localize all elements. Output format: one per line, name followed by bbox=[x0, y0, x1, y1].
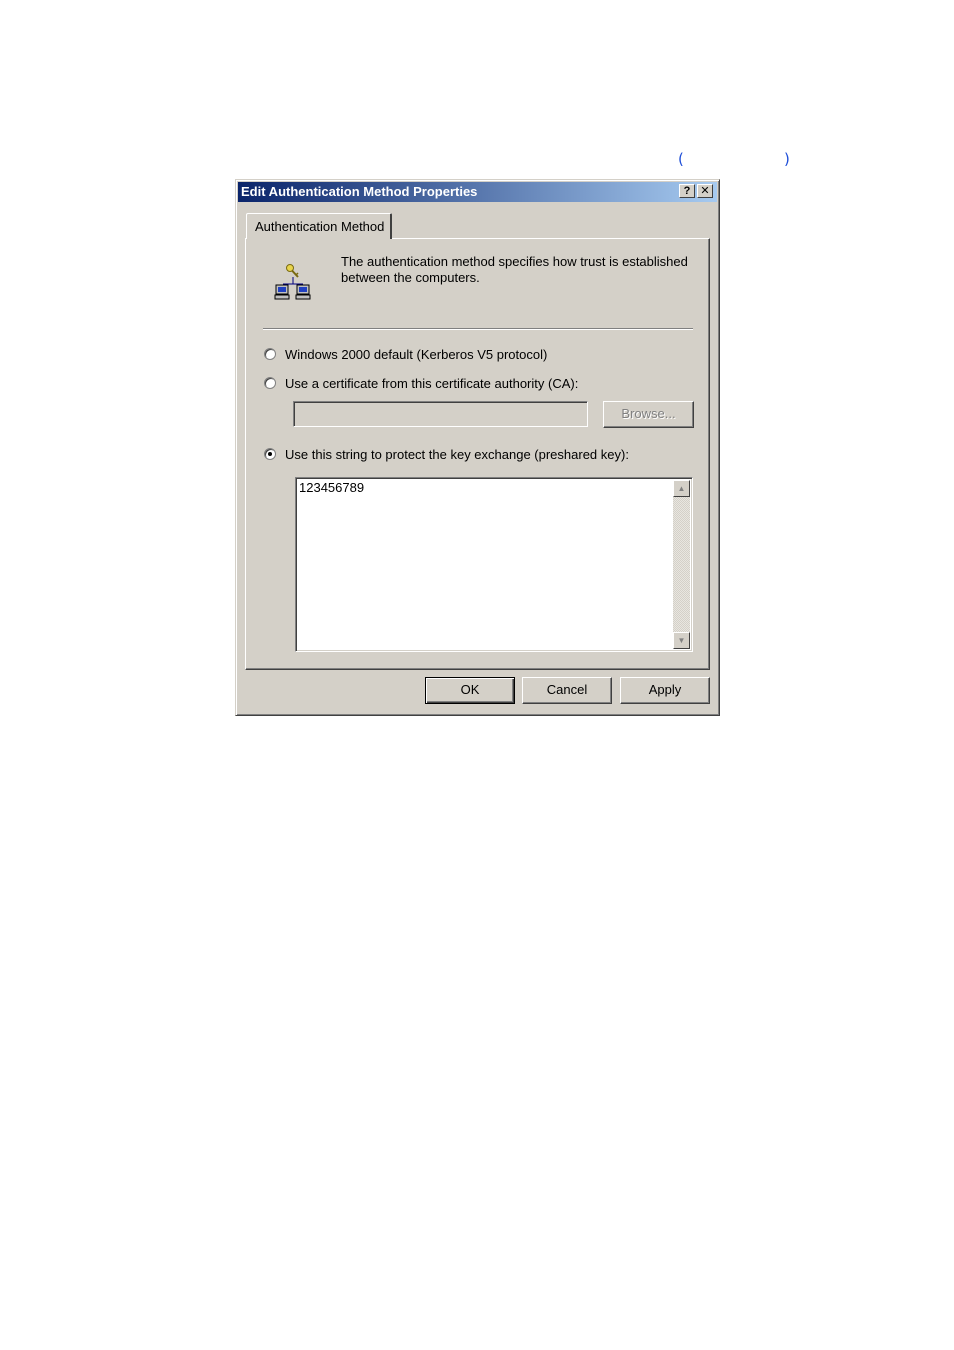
apply-button[interactable]: Apply bbox=[620, 677, 710, 704]
certificate-authority-input[interactable] bbox=[293, 401, 588, 427]
scroll-down-arrow-icon[interactable]: ▼ bbox=[673, 632, 690, 649]
vertical-scrollbar[interactable]: ▲ ▼ bbox=[673, 480, 690, 649]
separator bbox=[263, 328, 693, 330]
preshared-key-label: Use this string to protect the key excha… bbox=[285, 447, 629, 462]
scroll-up-arrow-icon[interactable]: ▲ bbox=[673, 480, 690, 497]
preshared-key-textarea[interactable]: 123456789 ▲ ▼ bbox=[295, 477, 693, 652]
browse-button[interactable]: Browse... bbox=[603, 401, 694, 428]
tab-authentication-method[interactable]: Authentication Method bbox=[246, 213, 392, 239]
tab-label: Authentication Method bbox=[255, 219, 385, 234]
certificate-label: Use a certificate from this certificate … bbox=[285, 376, 579, 391]
help-button[interactable]: ? bbox=[679, 184, 695, 198]
kerberos-radio[interactable] bbox=[264, 348, 276, 360]
cancel-button[interactable]: Cancel bbox=[522, 677, 612, 704]
network-key-icon bbox=[274, 264, 311, 300]
close-parenthesis: ) bbox=[784, 150, 790, 168]
certificate-radio[interactable] bbox=[264, 377, 276, 389]
tab-panel: The authentication method specifies how … bbox=[245, 238, 710, 670]
description-text: The authentication method specifies how … bbox=[341, 254, 688, 285]
close-button[interactable]: ✕ bbox=[697, 184, 713, 198]
window-title: Edit Authentication Method Properties bbox=[241, 184, 478, 199]
preshared-key-value: 123456789 bbox=[299, 480, 365, 495]
preshared-key-radio[interactable] bbox=[264, 448, 276, 460]
title-bar[interactable]: Edit Authentication Method Properties ? … bbox=[238, 182, 717, 202]
kerberos-label: Windows 2000 default (Kerberos V5 protoc… bbox=[285, 347, 548, 362]
edit-authentication-dialog: Edit Authentication Method Properties ? … bbox=[235, 179, 720, 716]
ok-button[interactable]: OK bbox=[425, 677, 515, 704]
open-parenthesis: ( bbox=[678, 150, 684, 168]
